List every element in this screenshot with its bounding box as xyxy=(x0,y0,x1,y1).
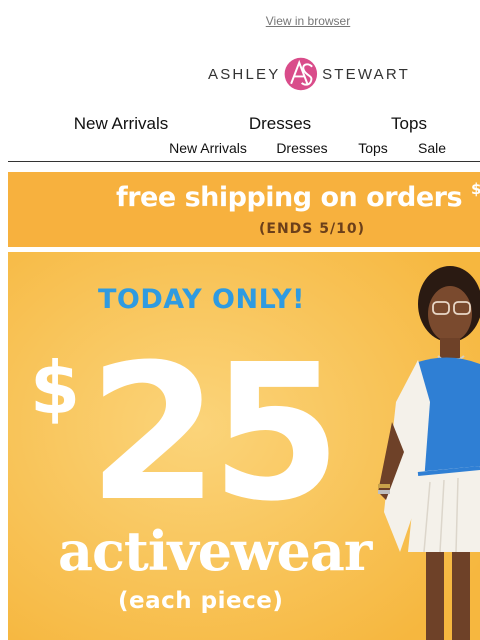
primary-nav: New Arrivals Dresses Tops xyxy=(0,114,480,136)
logo-right-word: STEWART xyxy=(322,65,410,83)
today-only-heading: TODAY ONLY! xyxy=(98,284,305,315)
subnav-new-arrivals[interactable]: New Arrivals xyxy=(169,140,247,156)
hero-banner[interactable]: TODAY ONLY! $ 25 activewear (each piece) xyxy=(8,252,480,640)
nav-dresses[interactable]: Dresses xyxy=(249,114,311,134)
model-photo xyxy=(378,266,480,640)
shipping-headline: free shipping on orders $99 xyxy=(116,180,480,213)
free-shipping-banner[interactable]: free shipping on orders $99 (ENDS 5/10) xyxy=(8,172,480,247)
view-in-browser-link[interactable]: View in browser xyxy=(0,14,480,28)
nav-divider xyxy=(8,161,480,162)
shipping-end-date: (ENDS 5/10) xyxy=(259,221,365,237)
secondary-nav: New Arrivals Dresses Tops Sale xyxy=(0,140,480,158)
price-qualifier: (each piece) xyxy=(118,588,284,614)
subnav-tops[interactable]: Tops xyxy=(358,140,388,156)
shipping-currency: $ xyxy=(470,180,480,198)
logo-monogram-icon xyxy=(285,57,318,91)
logo-left-word: ASHLEY xyxy=(208,65,281,83)
price-amount: 25 xyxy=(88,324,342,543)
product-name: activewear xyxy=(58,519,372,583)
shipping-text: free shipping on orders xyxy=(116,182,471,213)
price-currency: $ xyxy=(30,346,81,430)
nav-tops[interactable]: Tops xyxy=(391,114,427,134)
subnav-sale[interactable]: Sale xyxy=(418,140,446,156)
subnav-dresses[interactable]: Dresses xyxy=(276,140,327,156)
nav-new-arrivals[interactable]: New Arrivals xyxy=(74,114,168,134)
brand-logo[interactable]: ASHLEY STEWART xyxy=(208,52,410,96)
